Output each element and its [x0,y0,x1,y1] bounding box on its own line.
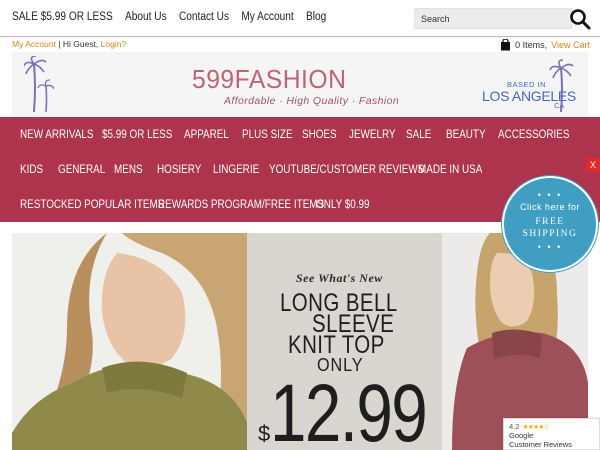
star-rating-icon: ★★★★☆ [522,423,549,431]
google-reviews-badge[interactable]: 4.2 ★★★★☆ Google Customer Reviews [503,418,600,450]
badge-line-3: SHIPPING [522,229,578,239]
category-made-in-usa[interactable]: MADE IN USA [418,164,482,176]
category-beauty[interactable]: BEAUTY [446,129,486,141]
category-mens[interactable]: MENS [114,164,143,176]
category-youtube-reviews[interactable]: YOUTUBE/CUSTOMER REVIEWS [269,164,424,176]
top-nav: SALE $5.99 OR LESS About Us Contact Us M… [0,0,600,37]
category-apparel[interactable]: APPAREL [184,129,229,141]
category-general[interactable]: GENERAL [58,164,105,176]
category-shoes[interactable]: SHOES [302,129,337,141]
free-shipping-badge[interactable]: • • • Click here for FREE SHIPPING • • • [502,176,598,272]
category-accessories[interactable]: ACCESSORIES [498,129,569,141]
category-hosiery[interactable]: HOSIERY [157,164,201,176]
category-jewelry[interactable]: JEWELRY [349,129,396,141]
badge-dots-top: • • • [537,190,563,200]
search-icon[interactable] [569,8,591,30]
category-5-99-or-less[interactable]: $5.99 OR LESS [102,129,172,141]
palm-tree-icon [24,56,54,113]
google-customer-reviews-label: Customer Reviews [509,440,572,449]
cart-summary: 0 Items, View Cart [500,39,590,51]
google-rating-row: 4.2 ★★★★☆ [509,422,594,431]
category-row-2: KIDS GENERAL MENS HOSIERY LINGERIE YOUTU… [0,152,600,187]
category-lingerie[interactable]: LINGERIE [213,164,259,176]
category-restocked[interactable]: RESTOCKED POPULAR ITEMS [20,199,164,211]
search-input[interactable] [415,9,571,29]
account-bar: My Account | Hi Guest, Login? [12,39,126,49]
category-only-0-99[interactable]: ONLY $0.99 [316,199,370,211]
top-nav-link-blog[interactable]: Blog [306,11,326,23]
google-label: Google [509,431,534,440]
greeting-text: | Hi Guest, [55,39,101,49]
hero-kicker: See What's New [296,271,383,285]
category-row-1: NEW ARRIVALS $5.99 OR LESS APPAREL PLUS … [0,117,600,152]
badge-line-2: FREE [535,217,565,227]
site-tagline: Affordable · High Quality · Fashion [224,95,400,107]
top-nav-link-account[interactable]: My Account [241,11,293,23]
cart-count: 0 Items, [515,40,548,50]
palm-tree-icon [549,59,574,112]
site-banner: 599FASHION Affordable · High Quality · F… [12,52,588,116]
top-nav-link-sale[interactable]: SALE $5.99 OR LESS [12,11,113,23]
my-account-link[interactable]: My Account [12,39,56,49]
hero-currency: $ [258,421,271,446]
google-rating-value: 4.2 [509,422,520,431]
shopping-bag-icon[interactable] [500,39,511,51]
category-kids[interactable]: KIDS [20,164,43,176]
view-cart-link[interactable]: View Cart [551,40,590,50]
top-nav-link-about[interactable]: About Us [125,11,167,23]
badge-line-1: Click here for [519,202,580,212]
category-sale[interactable]: SALE [406,129,431,141]
hero-banner[interactable]: See What's New LONG BELL SLEEVE KNIT TOP… [12,233,588,450]
close-button[interactable]: X [586,158,600,172]
top-nav-link-contact[interactable]: Contact Us [179,11,229,23]
login-link[interactable]: Login? [101,39,127,49]
category-rewards[interactable]: REWARDS PROGRAM/FREE ITEMS [158,199,324,211]
badge-dots-bottom: • • • [537,242,563,252]
category-plus-size[interactable]: PLUS SIZE [242,129,293,141]
category-new-arrivals[interactable]: NEW ARRIVALS [20,129,93,141]
top-nav-links: SALE $5.99 OR LESS About Us Contact Us M… [12,11,326,23]
site-logo[interactable]: 599FASHION [192,64,346,95]
hero-price: 12.99 [270,368,428,450]
search-box [414,8,572,29]
